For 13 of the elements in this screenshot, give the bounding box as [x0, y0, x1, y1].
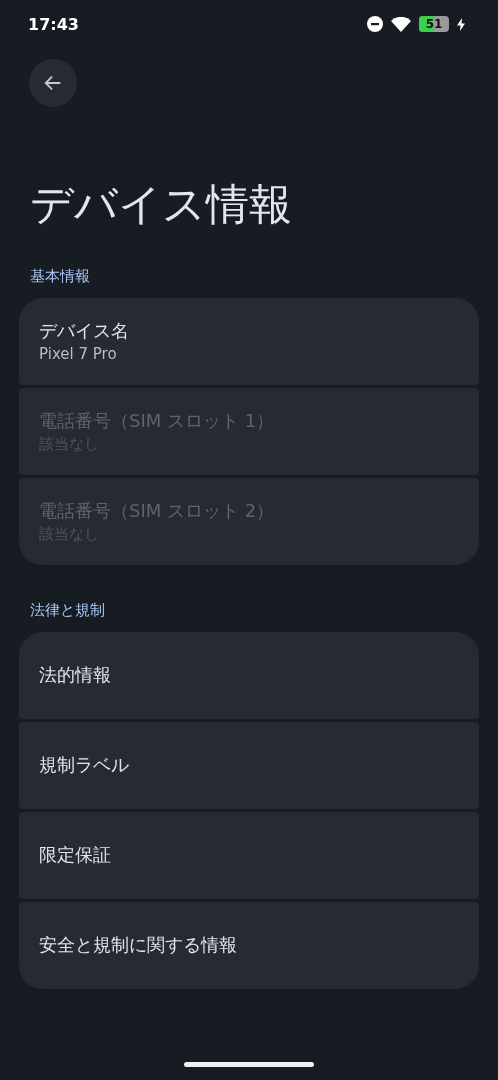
settings-item[interactable]: 限定保証: [19, 811, 479, 899]
page-title: デバイス情報: [30, 179, 293, 231]
back-button[interactable]: [29, 59, 77, 107]
status-time: 17:43: [28, 14, 79, 34]
settings-item[interactable]: 安全と規制に関する情報: [19, 901, 479, 989]
section-header: 基本情報: [30, 266, 91, 286]
settings-item[interactable]: デバイス名 Pixel 7 Pro: [19, 297, 479, 385]
do-not-disturb-icon: [367, 16, 383, 32]
settings-item[interactable]: 法的情報: [19, 631, 479, 719]
wifi-icon: [391, 16, 411, 32]
section-header: 法律と規制: [30, 600, 106, 620]
battery-icon: 51: [419, 16, 449, 32]
settings-item[interactable]: 規制ラベル: [19, 721, 479, 809]
